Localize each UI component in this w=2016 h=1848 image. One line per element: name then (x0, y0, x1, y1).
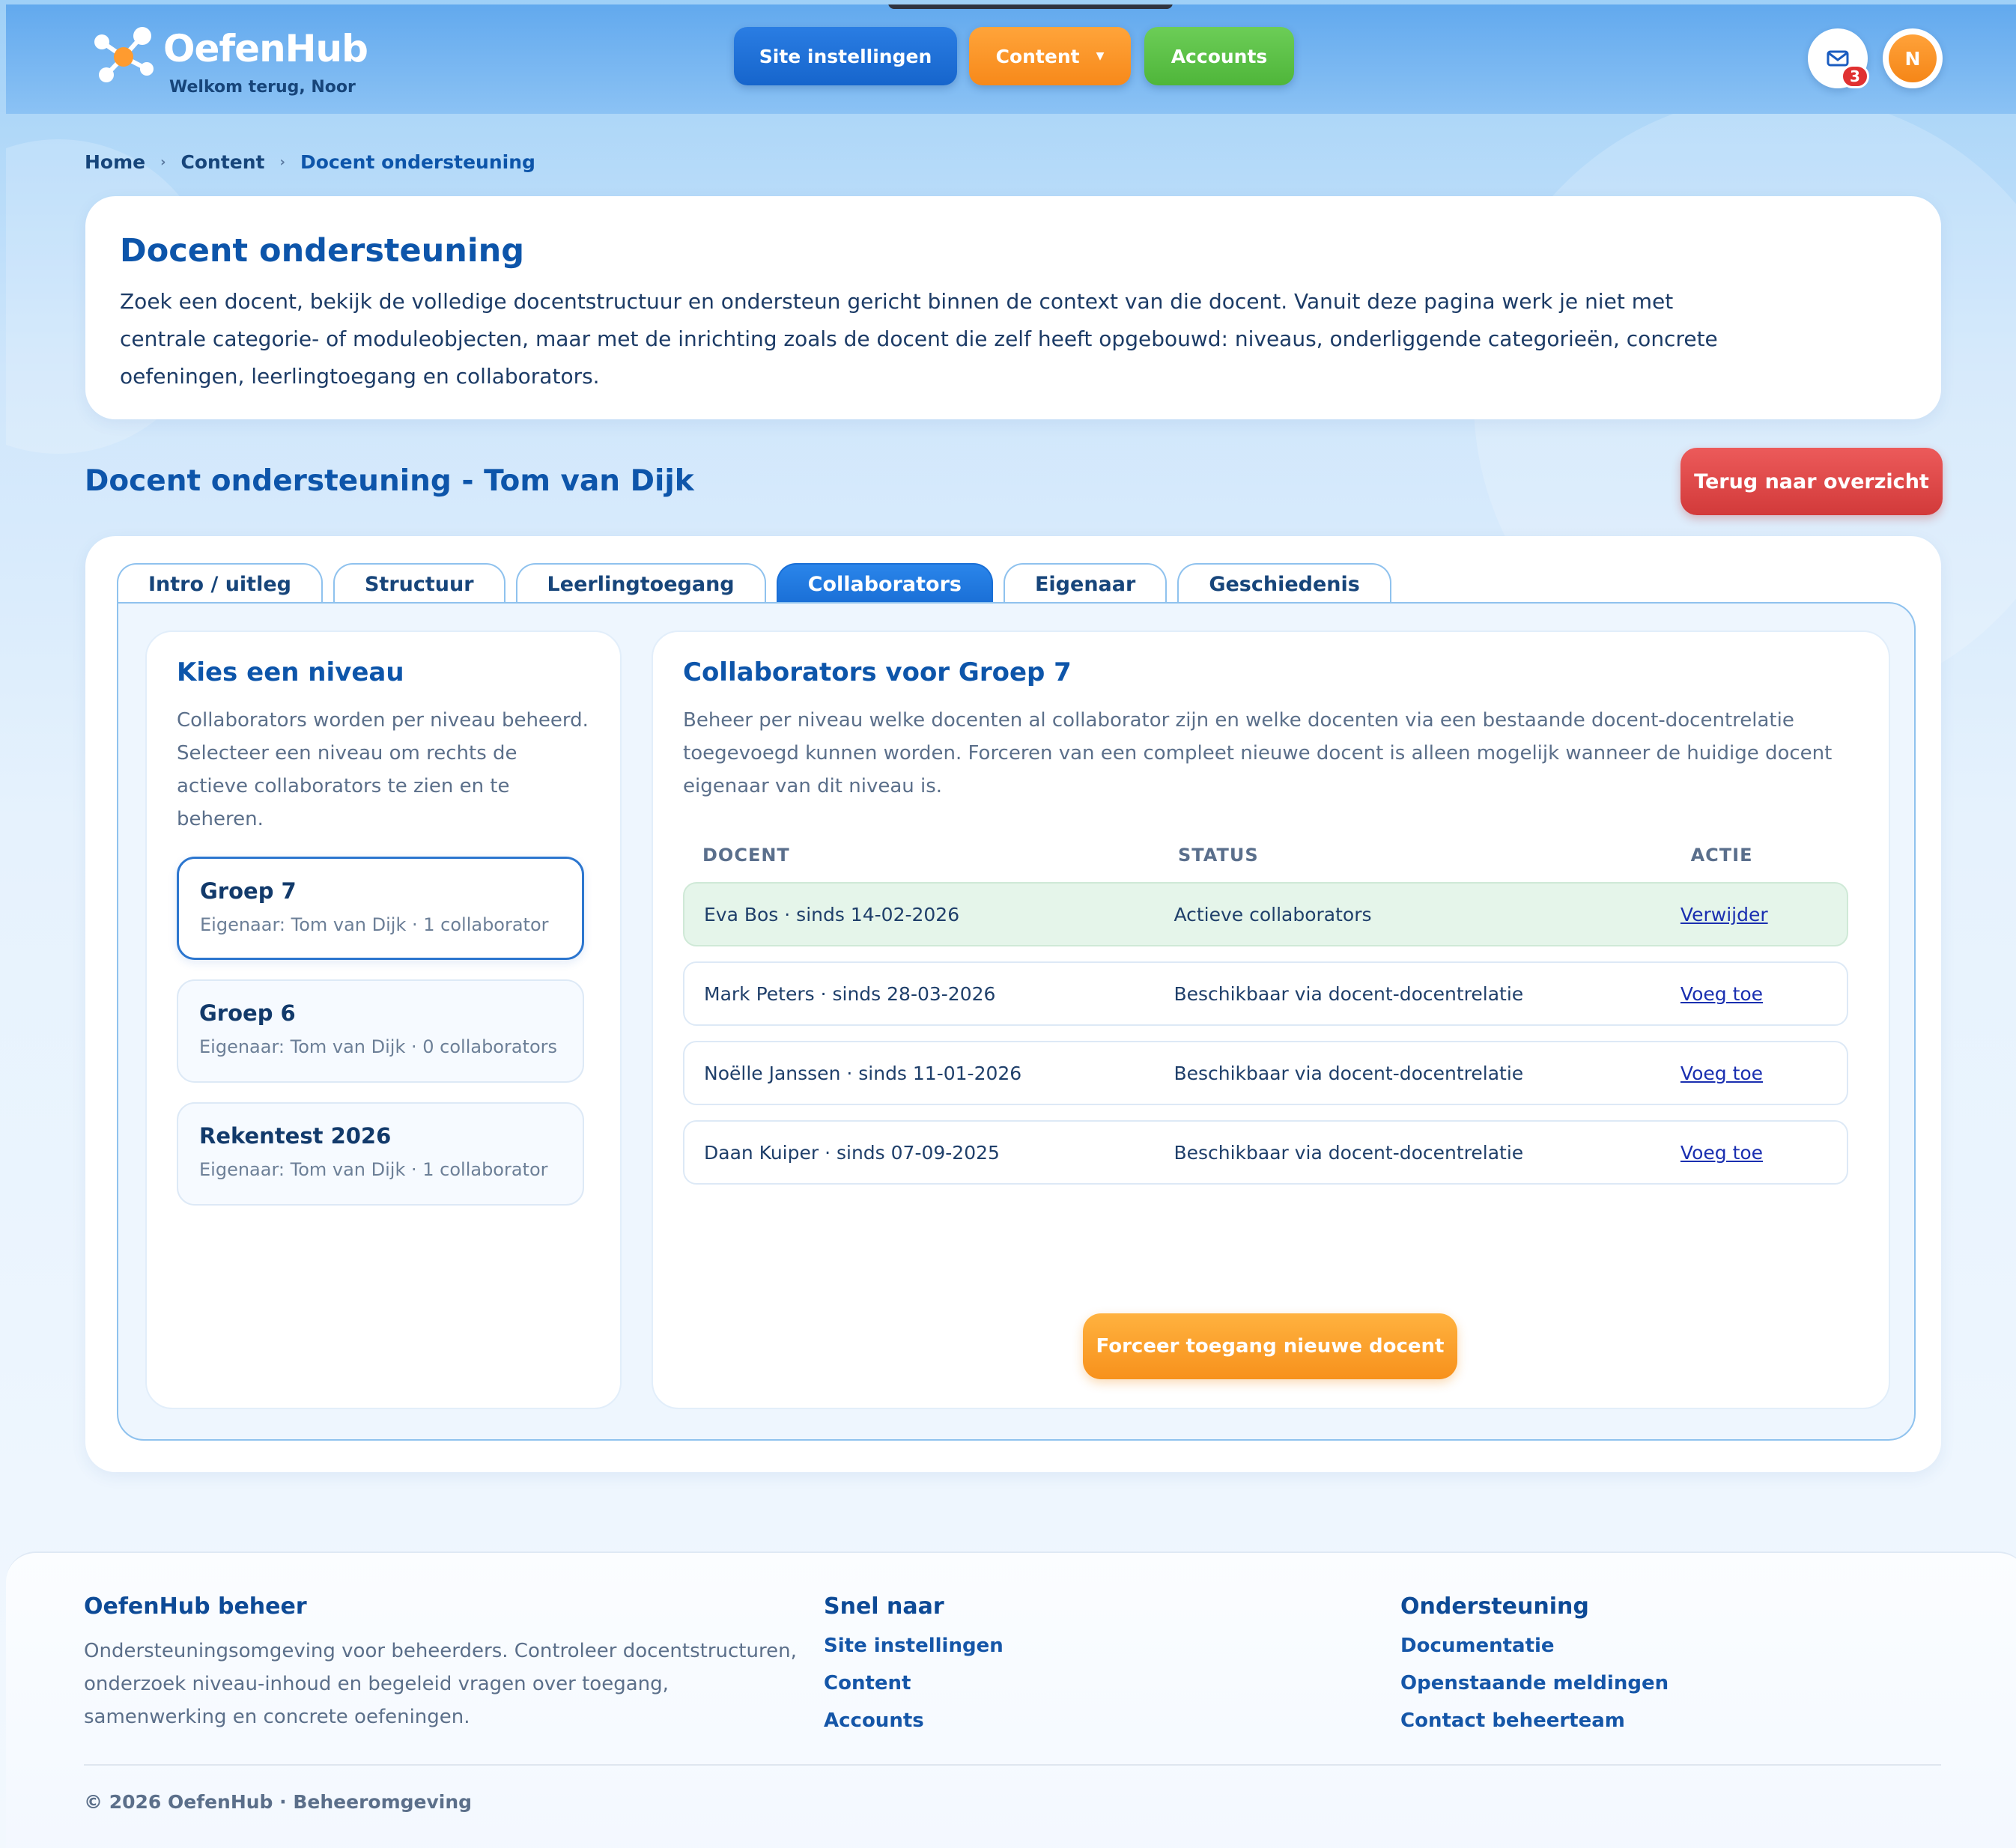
add-collaborator-link[interactable]: Voeg toe (1680, 983, 1763, 1005)
level-meta: Eigenaar: Tom van Dijk · 1 collaborator (200, 914, 549, 935)
collaborators-title: Collaborators voor Groep 7 (683, 657, 1072, 687)
messages-button[interactable]: 3 (1808, 28, 1869, 88)
level-meta: Eigenaar: Tom van Dijk · 1 collaborator (199, 1159, 548, 1180)
force-access-button[interactable]: Forceer toegang nieuwe docent (1083, 1313, 1457, 1379)
force-access-label: Forceer toegang nieuwe docent (1096, 1335, 1445, 1358)
footer-quick-links: Snel naar Site instellingen Content Acco… (824, 1593, 1004, 1747)
docent-cell: Daan Kuiper · sinds 07-09-2025 (704, 1141, 1000, 1164)
tab-structure[interactable]: Structuur (333, 563, 505, 604)
breadcrumb-home[interactable]: Home (85, 151, 145, 173)
column-header-status: STATUS (1177, 845, 1259, 866)
docent-cell: Noëlle Janssen · sinds 11-01-2026 (704, 1062, 1022, 1084)
status-cell: Actieve collaborators (1174, 903, 1372, 925)
level-picker-description: Collaborators worden per niveau beheerd.… (177, 709, 589, 830)
level-item-groep-6[interactable]: Groep 6 Eigenaar: Tom van Dijk · 0 colla… (177, 979, 584, 1083)
table-row: Eva Bos · sinds 14-02-2026 Actieve colla… (683, 882, 1848, 946)
collaborators-description: Beheer per niveau welke docenten al coll… (683, 709, 1833, 797)
level-meta: Eigenaar: Tom van Dijk · 0 collaborators (199, 1036, 558, 1057)
logo-molecule-icon (94, 27, 154, 82)
back-to-overview-label: Terug naar overzicht (1694, 469, 1929, 493)
column-header-actie: ACTIE (1690, 845, 1753, 866)
tab-intro[interactable]: Intro / uitleg (117, 563, 323, 604)
tab-bar: Intro / uitleg Structuur Leerlingtoegang… (117, 563, 1391, 604)
table-row: Noëlle Janssen · sinds 11-01-2026 Beschi… (683, 1041, 1848, 1105)
window-notch (888, 4, 1173, 9)
add-collaborator-link[interactable]: Voeg toe (1680, 1142, 1763, 1164)
chevron-right-icon: › (160, 154, 166, 170)
column-header-docent: DOCENT (702, 845, 790, 866)
level-name: Rekentest 2026 (199, 1123, 392, 1149)
nav-content-label: Content (995, 45, 1080, 67)
tab-history[interactable]: Geschiedenis (1177, 563, 1391, 604)
collaborators-panel: Collaborators voor Groep 7 Beheer per ni… (652, 630, 1890, 1409)
level-picker: Kies een niveau Collaborators worden per… (145, 630, 622, 1409)
footer-link-open-reports[interactable]: Openstaande meldingen (1400, 1672, 1669, 1694)
status-cell: Beschikbaar via docent-docentrelatie (1174, 1062, 1524, 1084)
user-menu-button[interactable]: N (1883, 28, 1943, 88)
footer-support: Ondersteuning Documentatie Openstaande m… (1400, 1593, 1669, 1747)
remove-collaborator-link[interactable]: Verwijder (1680, 904, 1768, 925)
docent-cell: Eva Bos · sinds 14-02-2026 (704, 903, 960, 925)
tab-owner[interactable]: Eigenaar (1003, 563, 1168, 604)
chevron-down-icon: ▼ (1096, 50, 1105, 62)
status-cell: Beschikbaar via docent-docentrelatie (1174, 982, 1524, 1005)
tab-student-access[interactable]: Leerlingtoegang (515, 563, 766, 604)
nav-accounts-label: Accounts (1171, 45, 1268, 67)
app-frame: OefenHub Welkom terug, Noor Site instell… (6, 4, 2016, 1848)
avatar: N (1889, 34, 1937, 82)
page-title: Docent ondersteuning (120, 232, 524, 270)
footer-link-site-settings[interactable]: Site instellingen (824, 1635, 1004, 1657)
footer-quick-title: Snel naar (824, 1593, 944, 1620)
breadcrumb-content[interactable]: Content (181, 151, 265, 173)
section-title: Docent ondersteuning - Tom van Dijk (85, 464, 694, 498)
footer-about-title: OefenHub beheer (84, 1593, 307, 1620)
table-header: DOCENT STATUS ACTIE (683, 845, 1859, 866)
breadcrumb-current: Docent ondersteuning (300, 151, 535, 173)
nav-content-button[interactable]: Content ▼ (969, 27, 1131, 85)
level-item-rekentest-2026[interactable]: Rekentest 2026 Eigenaar: Tom van Dijk · … (177, 1102, 584, 1206)
footer-link-content[interactable]: Content (824, 1672, 1004, 1694)
footer-about-text: Ondersteuningsomgeving voor beheerders. … (84, 1640, 797, 1728)
footer-link-accounts[interactable]: Accounts (824, 1709, 1004, 1732)
collaborators-tab-panel: Kies een niveau Collaborators worden per… (117, 602, 1916, 1441)
unread-badge: 3 (1841, 64, 1869, 88)
nav-accounts-button[interactable]: Accounts (1144, 27, 1294, 85)
intro-card: Docent ondersteuning Zoek een docent, be… (85, 196, 1941, 419)
level-item-groep-7[interactable]: Groep 7 Eigenaar: Tom van Dijk · 1 colla… (177, 857, 584, 960)
teacher-support-card: Intro / uitleg Structuur Leerlingtoegang… (85, 536, 1941, 1472)
welcome-text: Welkom terug, Noor (169, 78, 356, 97)
add-collaborator-link[interactable]: Voeg toe (1680, 1063, 1763, 1084)
intro-text: Zoek een docent, bekijk de volledige doc… (120, 289, 1718, 389)
footer-link-documentation[interactable]: Documentatie (1400, 1635, 1669, 1657)
breadcrumb: Home › Content › Docent ondersteuning (85, 151, 535, 173)
footer-link-contact[interactable]: Contact beheerteam (1400, 1709, 1669, 1732)
nav-site-settings-button[interactable]: Site instellingen (734, 27, 957, 85)
nav-site-settings-label: Site instellingen (759, 45, 932, 67)
level-name: Groep 6 (199, 1000, 296, 1026)
table-row: Mark Peters · sinds 28-03-2026 Beschikba… (683, 961, 1848, 1026)
top-navbar: OefenHub Welkom terug, Noor Site instell… (6, 4, 2016, 114)
status-cell: Beschikbaar via docent-docentrelatie (1174, 1141, 1524, 1164)
app-name: OefenHub (163, 27, 368, 70)
footer-support-title: Ondersteuning (1400, 1593, 1589, 1620)
docent-cell: Mark Peters · sinds 28-03-2026 (704, 982, 996, 1005)
tab-collaborators[interactable]: Collaborators (776, 563, 993, 604)
table-row: Daan Kuiper · sinds 07-09-2025 Beschikba… (683, 1120, 1848, 1185)
level-picker-title: Kies een niveau (177, 657, 404, 687)
footer-about: OefenHub beheer Ondersteuningsomgeving v… (84, 1593, 803, 1733)
mail-icon (1827, 50, 1849, 67)
logo[interactable]: OefenHub Welkom terug, Noor (90, 25, 389, 97)
back-to-overview-button[interactable]: Terug naar overzicht (1680, 448, 1943, 515)
chevron-right-icon: › (279, 154, 285, 170)
footer-copyright: © 2026 OefenHub · Beheeromgeving (84, 1791, 473, 1813)
footer: OefenHub beheer Ondersteuningsomgeving v… (6, 1551, 2016, 1848)
level-name: Groep 7 (200, 878, 297, 904)
footer-divider (84, 1764, 1941, 1766)
